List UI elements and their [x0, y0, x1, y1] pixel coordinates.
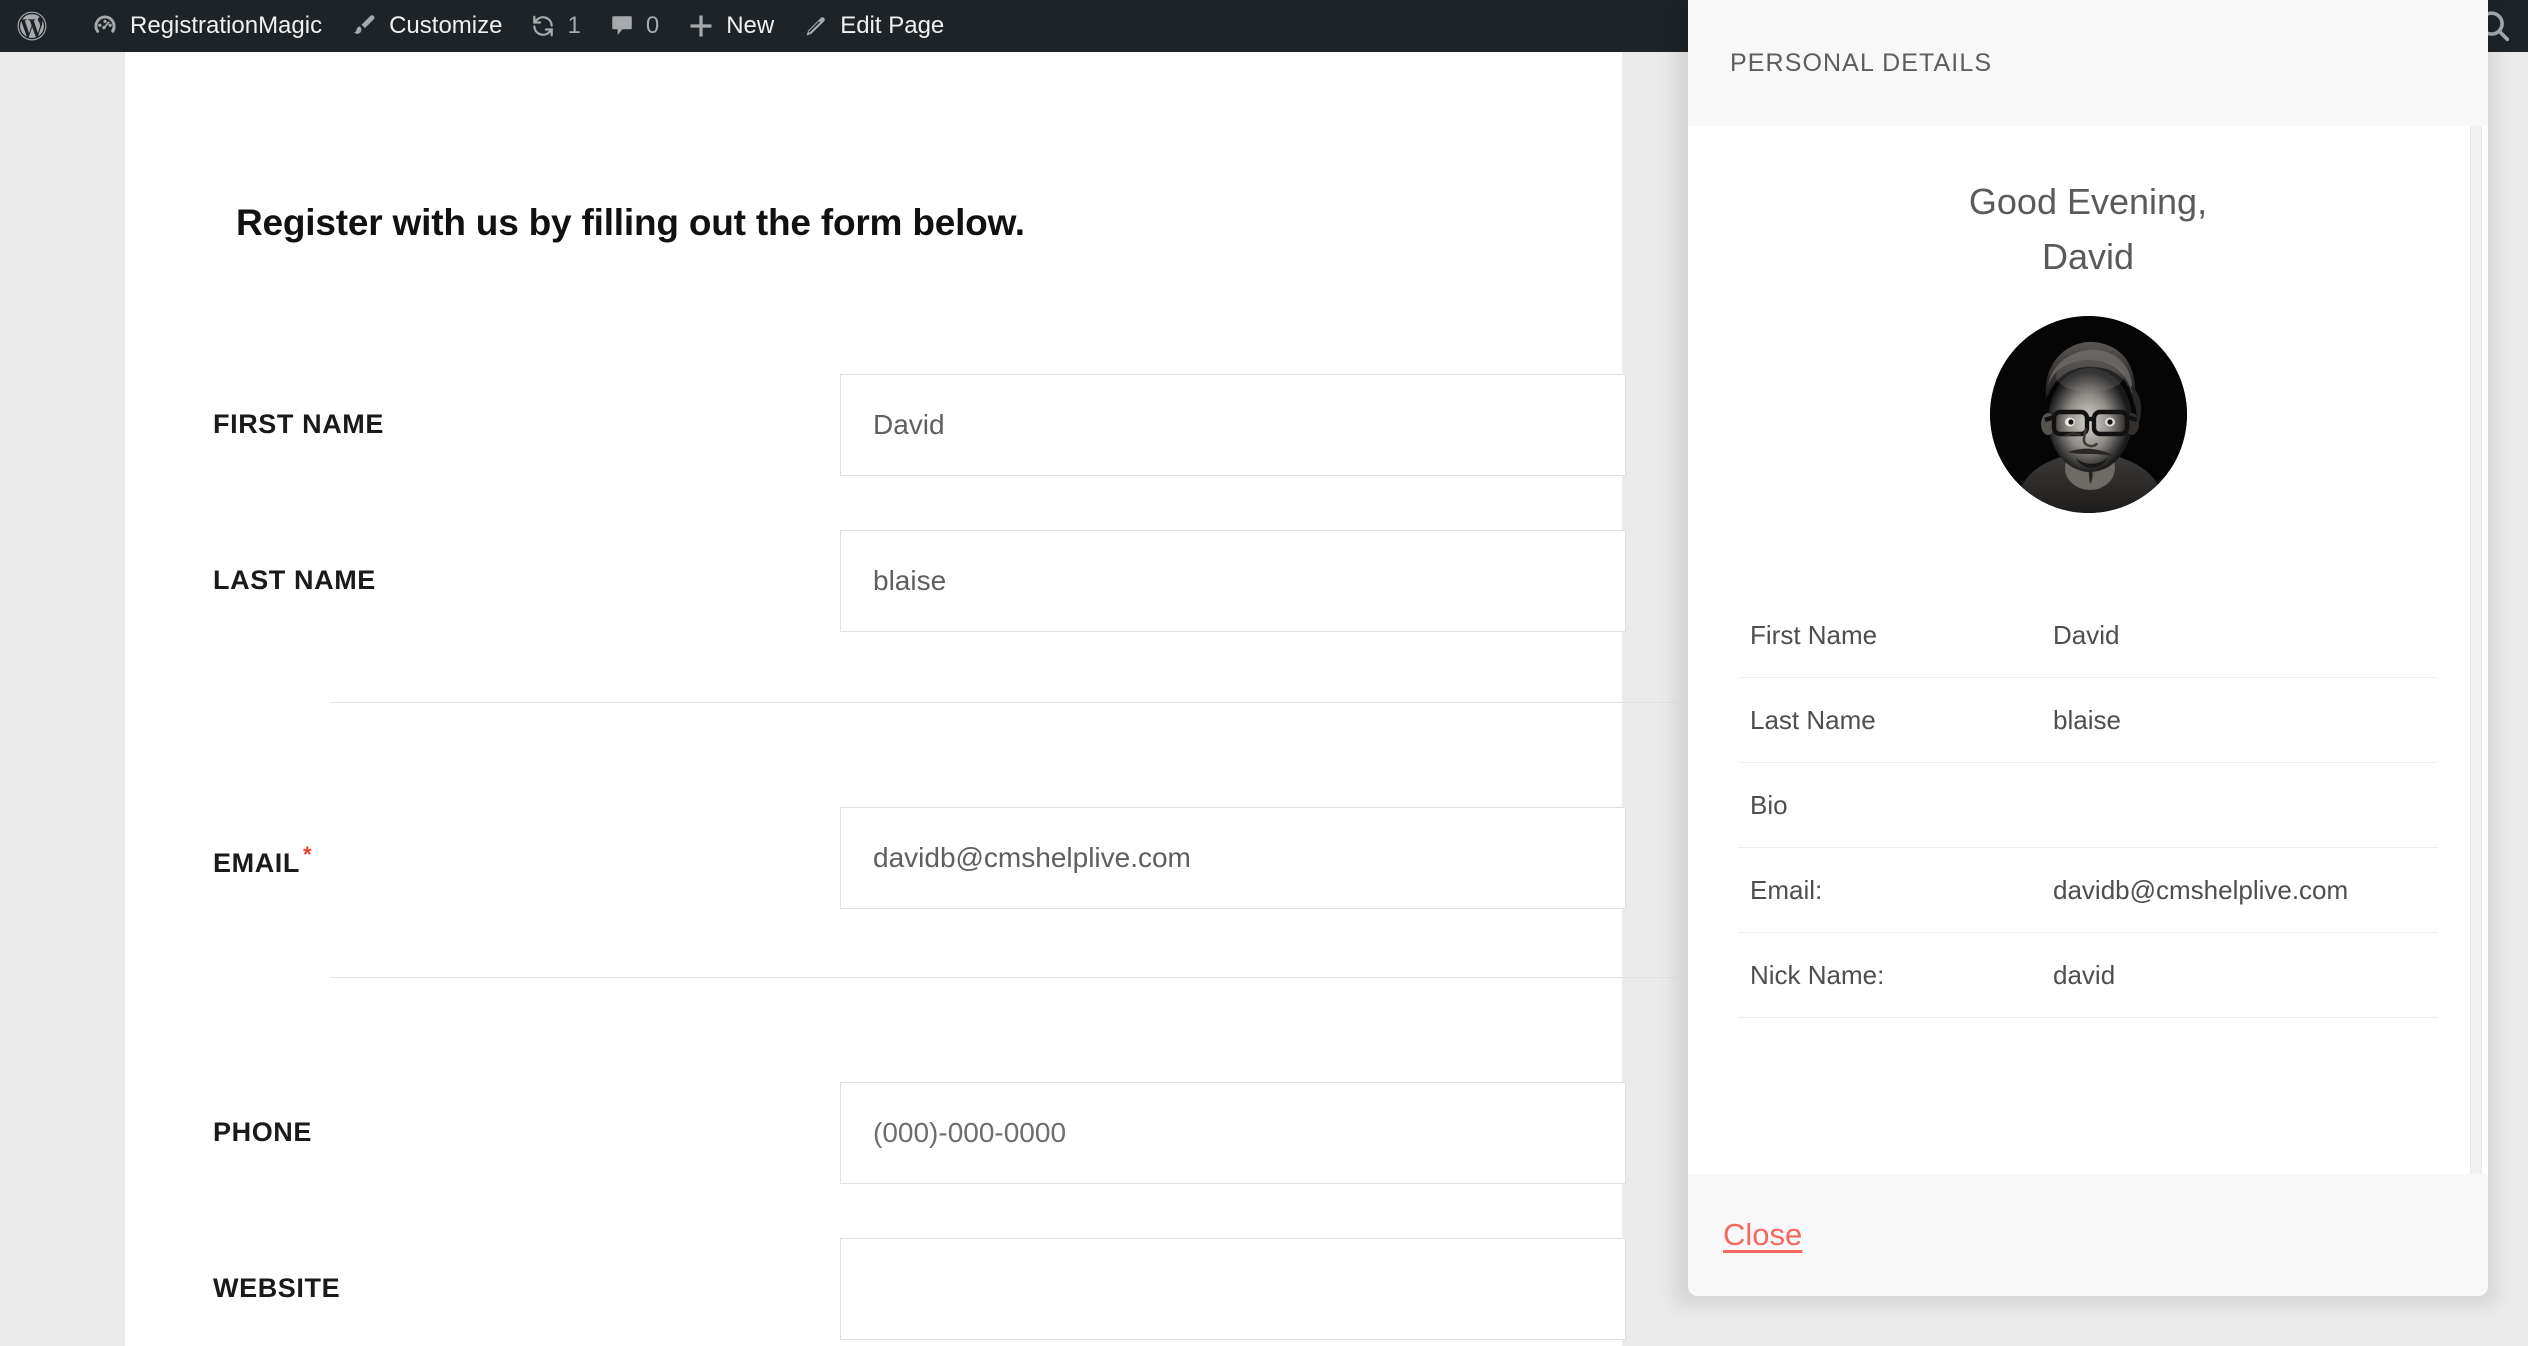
adminbar-label-edit-page: Edit Page [840, 12, 945, 39]
greeting-line-2: David [2041, 236, 2135, 278]
updates-icon [530, 13, 556, 39]
detail-key-last-name: Last Name [1750, 705, 1876, 736]
modal-scrollbar-thumb[interactable] [2470, 126, 2482, 1174]
adminbar-comments-count: 0 [645, 12, 660, 39]
label-website: WEBSITE [213, 1273, 341, 1303]
adminbar-item-new[interactable]: New [673, 0, 788, 52]
modal-body: Good Evening, David First Name David Las… [1688, 126, 2488, 1174]
form-divider-2 [330, 977, 1678, 978]
adminbar-item-edit-page[interactable]: Edit Page [788, 0, 958, 52]
pencil-icon [802, 13, 829, 40]
form-divider-1 [330, 702, 1678, 703]
adminbar-item-customize[interactable]: Customize [336, 0, 516, 52]
website-input[interactable] [840, 1238, 1626, 1340]
email-input[interactable] [840, 807, 1626, 909]
adminbar-item-comments[interactable]: 0 [595, 0, 673, 52]
adminbar-label-registrationmagic: RegistrationMagic [130, 12, 323, 39]
adminbar-label-customize: Customize [389, 12, 503, 39]
modal-header: PERSONAL DETAILS [1688, 0, 2488, 126]
table-row: Bio [1738, 762, 2438, 848]
table-row: Nick Name: david [1738, 932, 2438, 1018]
comment-bubble-icon [609, 13, 635, 39]
greeting-text: Good Evening, David [1688, 126, 2488, 284]
label-email: EMAIL * [213, 842, 313, 878]
required-asterisk: * [303, 842, 313, 867]
personal-details-modal: PERSONAL DETAILS Good Evening, David Fir… [1688, 0, 2488, 1296]
adminbar-item-registrationmagic[interactable]: RegistrationMagic [77, 0, 336, 52]
detail-key-nick-name: Nick Name: [1750, 959, 1885, 990]
phone-input[interactable] [840, 1082, 1626, 1184]
adminbar-label-new: New [726, 12, 775, 39]
label-phone: PHONE [213, 1117, 313, 1147]
page-title: Register with us by filling out the form… [236, 202, 1025, 243]
table-row: First Name David [1738, 593, 2438, 678]
detail-value-nick-name: david [2053, 959, 2116, 990]
wordpress-logo-icon [16, 10, 48, 42]
detail-value-last-name: blaise [2053, 705, 2121, 736]
personal-details-table-body: First Name David Last Name blaise Bio Em… [1738, 593, 2438, 1018]
dashboard-icon [91, 12, 119, 40]
modal-title: PERSONAL DETAILS [1730, 48, 1993, 77]
paintbrush-icon [350, 12, 378, 40]
last-name-input[interactable] [840, 530, 1626, 632]
greeting-line-1: Good Evening, [1968, 181, 2208, 222]
table-row: Last Name blaise [1738, 678, 2438, 763]
registration-form: Register with us by filling out the form… [125, 52, 1678, 1346]
adminbar-left-group: RegistrationMagic Customize 1 0 New Edit… [77, 0, 958, 52]
personal-details-table: First Name David Last Name blaise Bio Em… [1738, 593, 2438, 1018]
adminbar-item-updates[interactable]: 1 [516, 0, 594, 52]
close-button[interactable]: Close [1723, 1217, 1802, 1253]
adminbar-updates-count: 1 [567, 12, 581, 39]
profile-photo-icon [1989, 316, 2187, 514]
detail-value-bio [2053, 762, 2438, 847]
table-row: Email: davidb@cmshelplive.com [1738, 847, 2438, 933]
modal-scrollbar[interactable] [2470, 126, 2482, 1174]
detail-key-first-name: First Name [1750, 620, 1878, 651]
detail-key-email: Email: [1750, 874, 1823, 905]
detail-key-bio: Bio [1750, 789, 1788, 820]
label-first-name: FIRST NAME [213, 409, 384, 439]
modal-footer: Close [1688, 1174, 2488, 1296]
detail-value-email: davidb@cmshelplive.com [2053, 874, 2349, 905]
detail-value-first-name: David [2053, 620, 2120, 651]
adminbar-item-wordpress-logo[interactable] [0, 0, 77, 52]
first-name-input[interactable] [840, 374, 1626, 476]
label-last-name: LAST NAME [213, 565, 376, 595]
plus-icon [687, 12, 715, 40]
avatar-container [1688, 316, 2488, 514]
